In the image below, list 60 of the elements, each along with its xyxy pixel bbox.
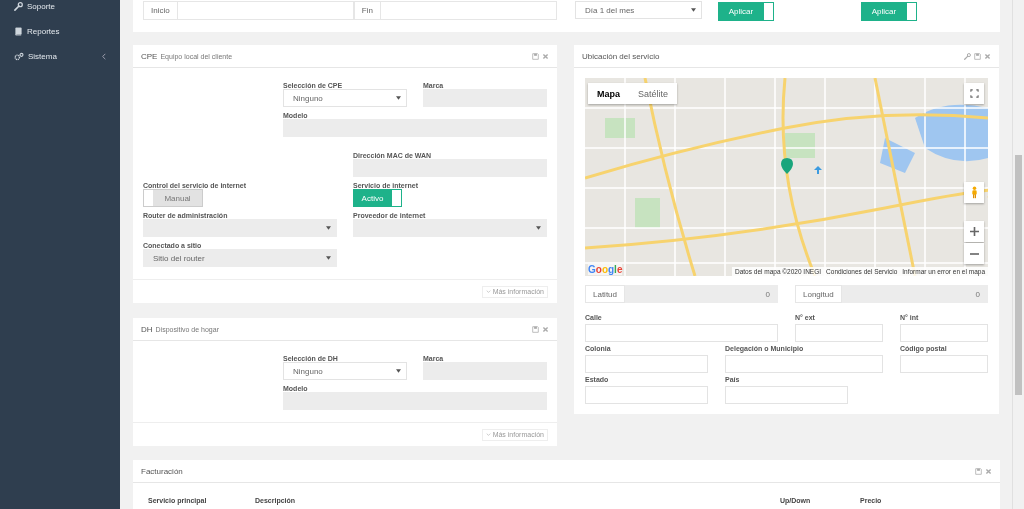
fullscreen-button[interactable] (964, 83, 984, 104)
input-field[interactable] (795, 324, 883, 342)
caret-icon (326, 226, 331, 230)
caret-icon (691, 8, 696, 12)
fullscreen-icon (969, 89, 979, 98)
sidebar-item[interactable]: Reportes (0, 25, 120, 37)
save-icon (975, 467, 982, 475)
chevron-icon (102, 52, 106, 60)
map-type-tab[interactable]: Satélite (629, 83, 678, 104)
date-field[interactable] (380, 1, 557, 20)
input-addon: Latitud (585, 285, 626, 303)
book-icon (14, 26, 23, 36)
wrench-icon (14, 1, 23, 11)
chevron-down-icon (485, 433, 491, 436)
close-icon[interactable] (985, 467, 992, 475)
input-field[interactable] (900, 324, 988, 342)
dropdown[interactable]: Ninguno (283, 89, 407, 107)
scrollbar[interactable] (1012, 0, 1024, 509)
minus-icon (969, 252, 979, 255)
date-field[interactable] (177, 1, 354, 20)
save-icon (974, 52, 981, 60)
toggle-switch[interactable]: Manual (143, 189, 203, 207)
close-icon[interactable] (542, 52, 549, 60)
zoom-out-button[interactable] (964, 243, 984, 264)
person-icon (970, 186, 978, 199)
sidebar-item[interactable]: Sistema (0, 50, 120, 62)
street-view-button[interactable] (964, 182, 984, 203)
input-field[interactable] (900, 355, 988, 373)
save-icon (532, 52, 539, 60)
panel-title: DH (141, 324, 153, 334)
caret-icon (536, 226, 541, 230)
map-type-tab[interactable]: Mapa (588, 83, 629, 104)
input-field[interactable] (585, 386, 708, 404)
input-addon: Inicio (143, 1, 178, 20)
plus-icon (969, 227, 979, 236)
map-logo: Google (588, 264, 623, 275)
coordinate-field[interactable]: 0 (841, 285, 988, 303)
dropdown[interactable]: Día 1 del mes (575, 1, 702, 19)
panel-title: CPE (141, 51, 158, 61)
input-field[interactable] (725, 355, 883, 373)
close-icon[interactable] (542, 325, 549, 333)
close-icon[interactable] (984, 52, 991, 60)
panel-title: Ubicación del servicio (582, 51, 660, 61)
input-field[interactable] (585, 355, 708, 373)
dropdown[interactable]: Ninguno (283, 362, 407, 380)
caret-icon (396, 369, 401, 373)
panel-title: Facturación (141, 466, 183, 476)
wrench-icon[interactable] (964, 52, 971, 60)
input-field[interactable] (725, 386, 848, 404)
input-addon: Fin (353, 1, 381, 20)
coordinate-field[interactable]: 0 (625, 285, 778, 303)
zoom-in-button[interactable] (964, 221, 984, 242)
save-icon (532, 325, 539, 333)
caret-icon (326, 256, 331, 260)
caret-icon (396, 96, 401, 100)
sidebar-item[interactable]: Soporte (0, 0, 120, 12)
chevron-down-icon (485, 290, 491, 293)
input-addon: Longitud (795, 285, 842, 303)
input-field[interactable] (585, 324, 778, 342)
gear-icon (14, 51, 24, 61)
